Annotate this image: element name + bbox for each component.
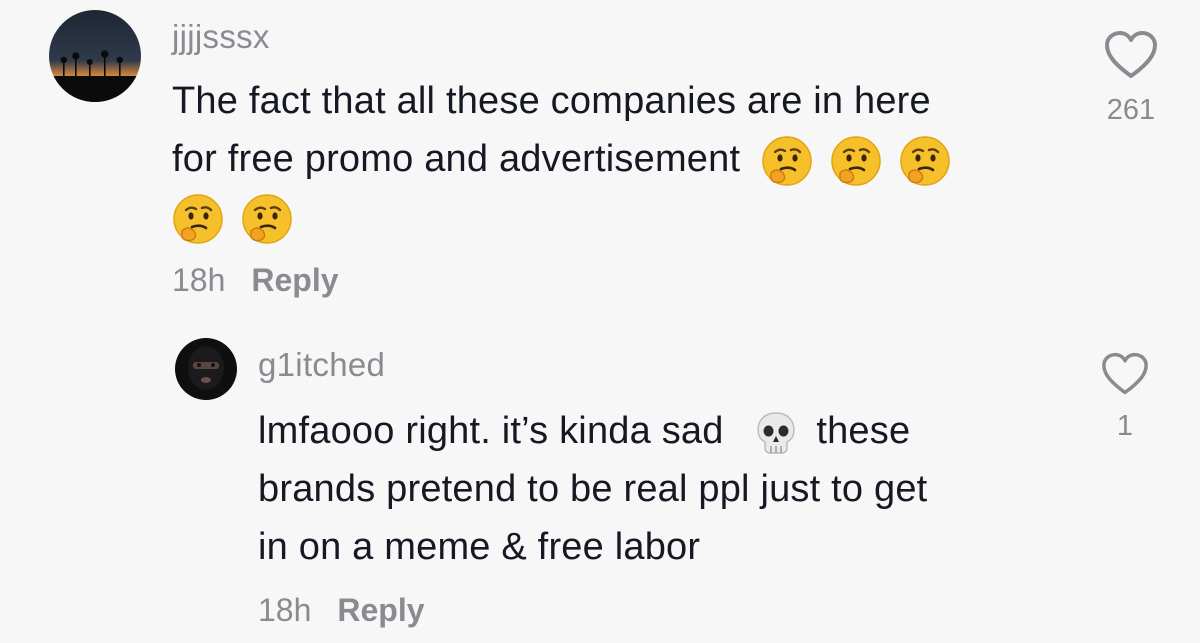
reply-text-line-3: in on a meme & free labor (258, 526, 701, 568)
comment-thread: jjjjsssx The fact that all these compani… (0, 0, 1200, 643)
comment-text: The fact that all these companies are in… (172, 72, 1052, 246)
thinking-face-icon (242, 194, 292, 244)
reply-button[interactable]: Reply (251, 262, 338, 299)
thinking-face-icon (831, 136, 881, 186)
avatar-image (175, 338, 237, 400)
avatar-image (49, 10, 141, 102)
reply-like-count: 1 (1116, 410, 1134, 442)
reply-meta: 18h Reply (258, 592, 425, 629)
reply-text: lmfaooo right. it’s kinda sad these bran… (258, 402, 1058, 576)
comment-text-line-2: for free promo and advertisement (172, 130, 1052, 188)
avatar[interactable] (49, 10, 141, 102)
reply-avatar[interactable] (175, 338, 237, 400)
reply-reply-button[interactable]: Reply (337, 592, 424, 629)
thinking-face-icon (899, 136, 950, 186)
comment-text-line-3 (172, 188, 1052, 246)
heart-icon[interactable] (1100, 352, 1150, 396)
reply-text-line-1: lmfaooo right. it’s kinda sad these (258, 402, 1058, 460)
comment-timestamp: 18h (172, 262, 226, 298)
comment-text-line-2-text: for free promo and advertisement (172, 138, 741, 180)
skull-icon (757, 412, 796, 454)
comment-meta: 18h Reply (172, 262, 339, 299)
comment-username[interactable]: jjjjsssx (172, 18, 270, 56)
reply-text-line-1b: these (816, 410, 911, 452)
reply-username[interactable]: g1itched (258, 346, 385, 384)
reply-timestamp: 18h (258, 592, 312, 628)
comment-like-button[interactable]: 261 (1098, 30, 1164, 127)
heart-icon[interactable] (1103, 30, 1159, 80)
thinking-face-icon (762, 136, 812, 186)
thinking-face-icon (173, 194, 223, 244)
comment-text-line-1: The fact that all these companies are in… (172, 80, 931, 122)
reply-like-button[interactable]: 1 (1092, 352, 1158, 443)
reply-text-line-2: brands pretend to be real ppl just to ge… (258, 468, 928, 510)
reply-text-line-1a: lmfaooo right. it’s kinda sad (258, 410, 724, 452)
comment-like-count: 261 (1106, 94, 1156, 126)
